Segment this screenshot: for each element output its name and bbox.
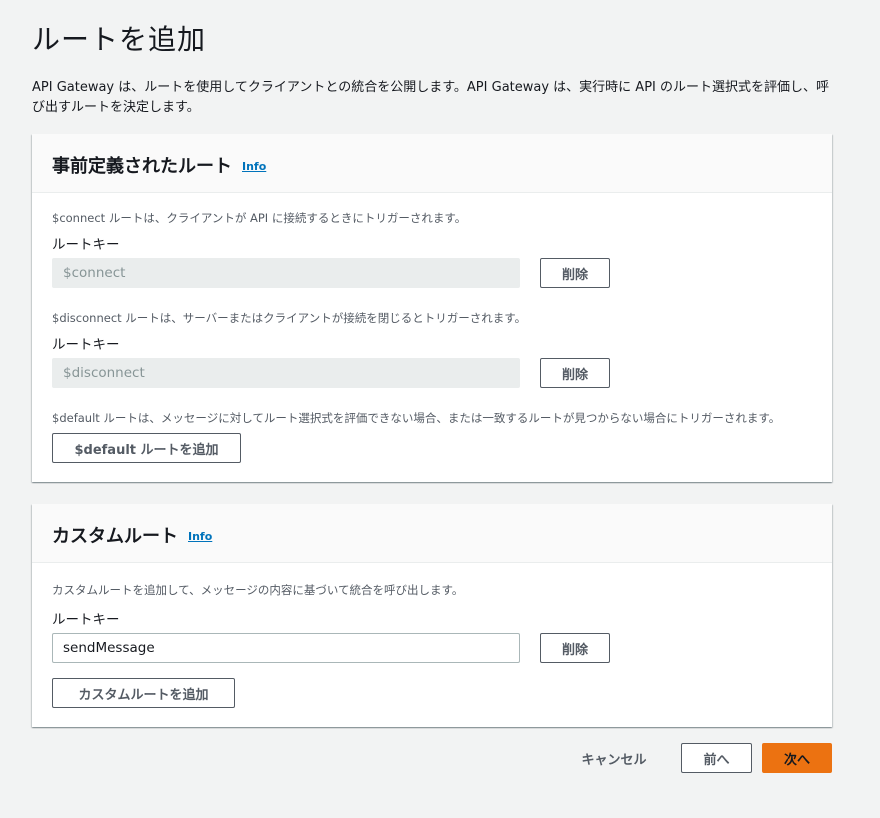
custom-routes-header: カスタムルート Info [32, 504, 832, 563]
predefined-routes-title-text: 事前定義されたルート [52, 156, 232, 177]
next-button[interactable]: 次へ [762, 743, 832, 773]
add-custom-route-button[interactable]: カスタムルートを追加 [52, 678, 235, 708]
disconnect-helper-text: $disconnect ルートは、サーバーまたはクライアントが接続を閉じるとトリ… [52, 311, 527, 325]
default-helper-text: $default ルートは、メッセージに対してルート選択式を評価できない場合、ま… [52, 411, 781, 425]
connect-route-key-label: ルートキー [52, 237, 120, 253]
disconnect-remove-button[interactable]: 削除 [540, 358, 610, 388]
custom-routes-title: カスタムルート Info [52, 522, 212, 548]
cancel-button[interactable]: キャンセル [572, 743, 656, 773]
add-default-route-button[interactable]: $default ルートを追加 [52, 433, 241, 463]
custom-routes-title-text: カスタムルート [52, 526, 178, 547]
previous-button[interactable]: 前へ [681, 743, 752, 773]
add-routes-page: ルートを追加 API Gateway は、ルートを使用してクライアントとの統合を… [0, 0, 880, 818]
disconnect-route-key-label: ルートキー [52, 337, 120, 353]
predefined-routes-header: 事前定義されたルート Info [32, 134, 832, 193]
page-description: API Gateway は、ルートを使用してクライアントとの統合を公開します。A… [32, 80, 830, 115]
connect-remove-button[interactable]: 削除 [540, 258, 610, 288]
page-title: ルートを追加 [32, 23, 207, 56]
disconnect-route-key-input [52, 358, 520, 388]
custom-route-key-input[interactable] [52, 633, 520, 663]
predefined-routes-info-link[interactable]: Info [242, 160, 266, 173]
predefined-routes-panel: 事前定義されたルート Info $connect ルートは、クライアントが API… [32, 134, 832, 482]
connect-helper-text: $connect ルートは、クライアントが API に接続するときにトリガーされ… [52, 211, 467, 225]
custom-routes-panel: カスタムルート Info カスタムルートを追加して、メッセージの内容に基づいて統合… [32, 504, 832, 727]
connect-route-key-input [52, 258, 520, 288]
custom-routes-info-link[interactable]: Info [188, 530, 212, 543]
custom-route-key-label: ルートキー [52, 612, 120, 628]
predefined-routes-title: 事前定義されたルート Info [52, 152, 266, 178]
custom-helper-text: カスタムルートを追加して、メッセージの内容に基づいて統合を呼び出します。 [52, 583, 464, 597]
custom-remove-button[interactable]: 削除 [540, 633, 610, 663]
